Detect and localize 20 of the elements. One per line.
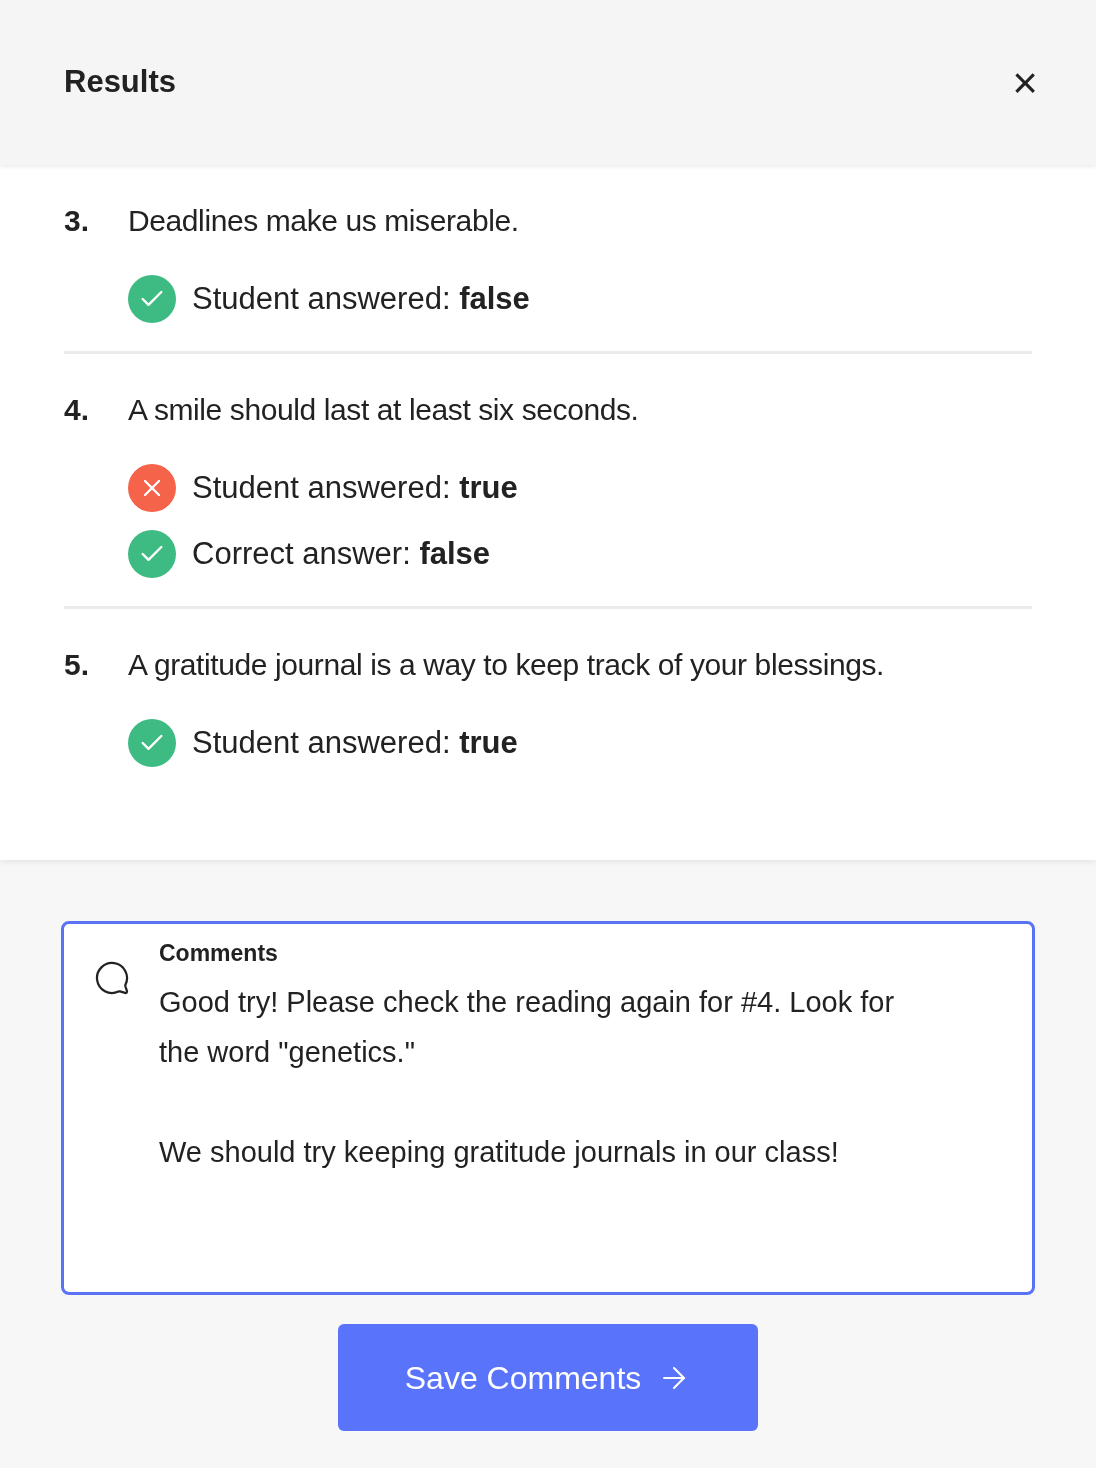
dialog-title: Results <box>64 63 176 102</box>
question-number: 5. <box>64 647 91 683</box>
question-number: 4. <box>64 392 91 428</box>
cross-icon <box>128 464 176 512</box>
check-icon <box>128 719 176 767</box>
answer-text: Student answered: false <box>192 279 530 318</box>
question-text: Deadlines make us miserable. <box>128 203 519 239</box>
close-button[interactable]: × <box>1012 60 1038 105</box>
save-comments-button[interactable]: Save Comments <box>338 1324 758 1431</box>
question-text: A gratitude journal is a way to keep track of your blessings. <box>128 647 884 683</box>
comment-icon <box>94 960 130 996</box>
question-text: A smile should last at least six seconds. <box>128 392 639 428</box>
answer-text: Student answered: true <box>192 468 518 507</box>
check-icon <box>128 530 176 578</box>
check-icon <box>128 275 176 323</box>
question-number: 3. <box>64 203 91 239</box>
comments-label: Comments <box>159 939 279 968</box>
answer-text: Correct answer: false <box>192 534 491 573</box>
comment-field[interactable]: Comments Good try! Please check the reading again for #4. Look for the word "genetics." We should try keeping gratitude journals in our class! <box>61 921 1035 1295</box>
answer-text: Student answered: true <box>192 723 518 762</box>
